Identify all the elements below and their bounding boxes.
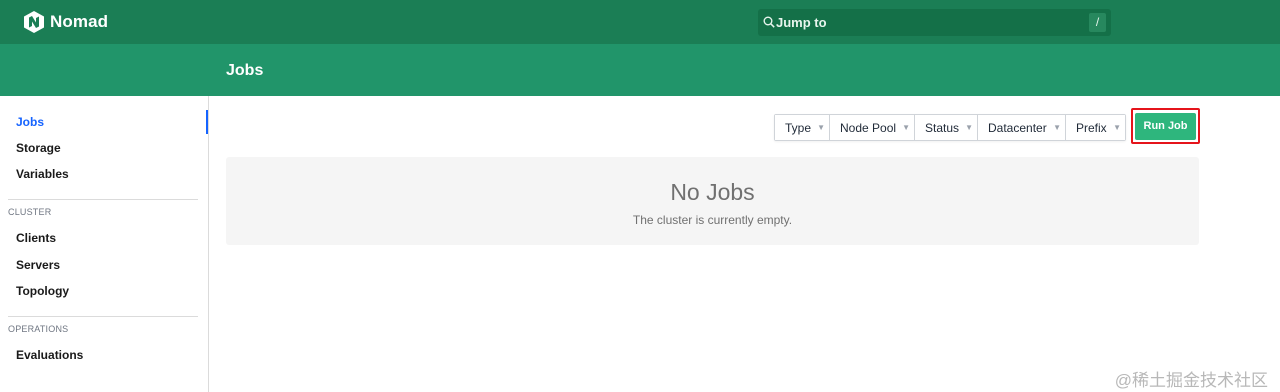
nomad-logo-icon	[24, 11, 44, 33]
sidebar-divider	[8, 199, 198, 200]
sidebar-divider	[8, 316, 198, 317]
filter-status-dropdown[interactable]: Status ▼	[915, 115, 978, 140]
sidebar-heading-operations: OPERATIONS	[8, 324, 69, 334]
caret-down-icon: ▼	[1113, 123, 1121, 132]
job-filters: Type ▼ Node Pool ▼ Status ▼ Datacenter ▼…	[774, 114, 1126, 141]
sidebar-item-variables[interactable]: Variables	[0, 161, 208, 187]
top-navbar: Nomad Jump to /	[0, 0, 1280, 44]
sidebar-item-storage[interactable]: Storage	[0, 135, 208, 161]
jump-to-search[interactable]: Jump to /	[758, 9, 1111, 36]
search-shortcut-key: /	[1089, 13, 1106, 32]
brand-link[interactable]: Nomad	[24, 11, 108, 33]
filter-label: Node Pool	[840, 121, 897, 135]
sidebar-item-clients[interactable]: Clients	[0, 225, 208, 251]
search-placeholder: Jump to	[776, 15, 827, 30]
sidebar-item-topology[interactable]: Topology	[0, 278, 208, 304]
filter-label: Status	[925, 121, 960, 135]
watermark: @稀土掘金技术社区	[1114, 371, 1268, 390]
filter-label: Prefix	[1076, 121, 1107, 135]
page-header: Jobs	[0, 44, 1280, 96]
empty-state-title: No Jobs	[670, 179, 755, 205]
sidebar: Jobs Storage Variables CLUSTER Clients S…	[0, 96, 209, 392]
caret-down-icon: ▼	[1053, 123, 1061, 132]
filter-label: Datacenter	[988, 121, 1047, 135]
filter-datacenter-dropdown[interactable]: Datacenter ▼	[978, 115, 1066, 140]
sidebar-item-jobs[interactable]: Jobs	[0, 109, 208, 135]
caret-down-icon: ▼	[965, 123, 973, 132]
empty-state: No Jobs The cluster is currently empty.	[226, 157, 1199, 245]
page-title: Jobs	[226, 62, 264, 79]
search-icon	[763, 16, 775, 28]
sidebar-item-evaluations[interactable]: Evaluations	[0, 342, 208, 368]
filter-prefix-dropdown[interactable]: Prefix ▼	[1066, 115, 1125, 140]
empty-state-message: The cluster is currently empty.	[632, 213, 793, 227]
caret-down-icon: ▼	[902, 123, 910, 132]
run-job-button[interactable]: Run Job	[1135, 113, 1196, 140]
filter-type-dropdown[interactable]: Type ▼	[775, 115, 830, 140]
filter-node-pool-dropdown[interactable]: Node Pool ▼	[830, 115, 915, 140]
sidebar-heading-cluster: CLUSTER	[8, 207, 52, 217]
caret-down-icon: ▼	[817, 123, 825, 132]
filter-label: Type	[785, 121, 812, 135]
sidebar-item-servers[interactable]: Servers	[0, 252, 208, 278]
brand-name: Nomad	[50, 12, 109, 31]
